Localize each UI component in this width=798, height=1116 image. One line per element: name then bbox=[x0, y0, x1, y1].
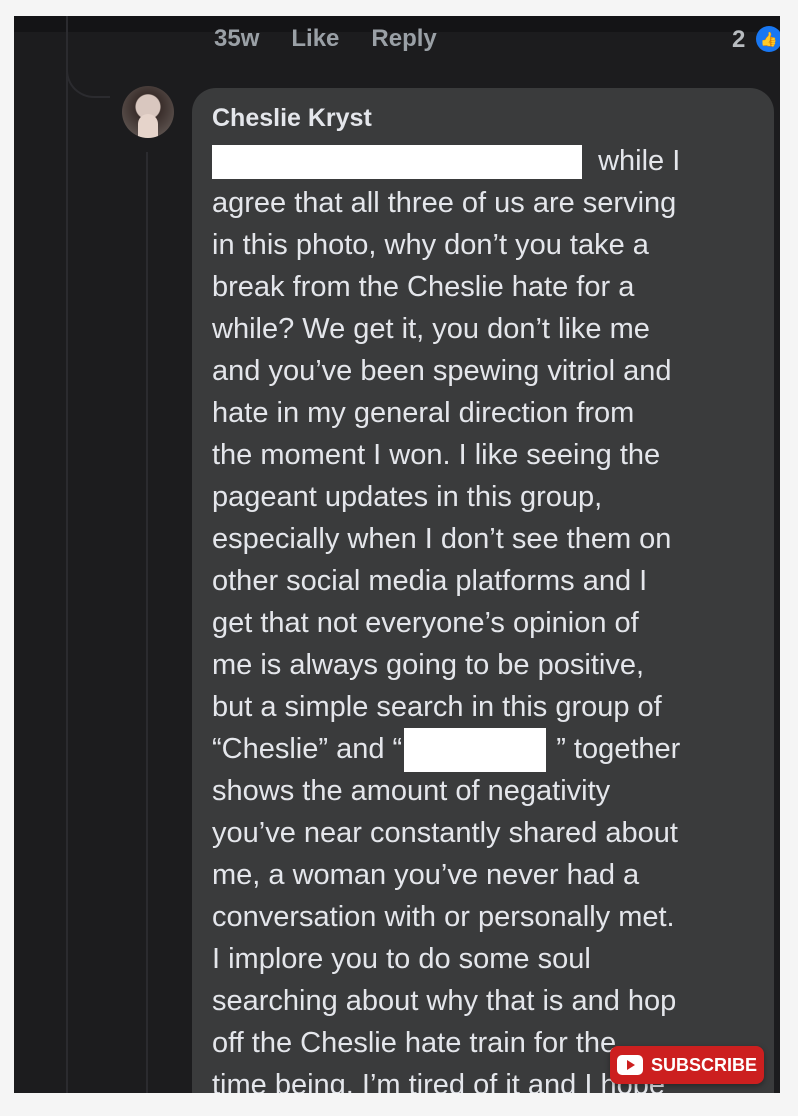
redaction-box bbox=[212, 145, 582, 180]
reaction-count[interactable]: 2 bbox=[732, 26, 745, 54]
comment-line: especially when I don’t see them on bbox=[212, 523, 672, 555]
comment-line: and you’ve been spewing vitriol and bbox=[212, 355, 672, 387]
subscribe-button[interactable]: SUBSCRIBE bbox=[610, 1046, 764, 1084]
like-link[interactable]: Like bbox=[291, 25, 339, 53]
comment-line: in this photo, why don’t you take a bbox=[212, 229, 649, 261]
comment-line: me, a woman you’ve never had a bbox=[212, 859, 640, 891]
comment-line: searching about why that is and hop bbox=[212, 985, 677, 1017]
comment-line: me is always going to be positive, bbox=[212, 649, 644, 681]
comment-thread-frame: 35w Like Reply 2 👍 Cheslie Kryst while I… bbox=[14, 16, 780, 1093]
comment-line: while I bbox=[212, 140, 772, 182]
comment-line: other social media platforms and I bbox=[212, 565, 648, 597]
thread-line-reply bbox=[146, 152, 148, 1093]
comment-line: hate in my general direction from bbox=[212, 397, 635, 429]
comment-line: shows the amount of negativity bbox=[212, 775, 611, 807]
comment-line: I implore you to do some soul bbox=[212, 943, 591, 975]
subscribe-label: SUBSCRIBE bbox=[650, 1054, 757, 1075]
thread-connector bbox=[66, 36, 110, 98]
comment-line: conversation with or personally met. bbox=[212, 901, 675, 933]
play-icon bbox=[616, 1055, 643, 1075]
comment-line: get that not everyone’s opinion of bbox=[212, 607, 639, 639]
thread-line-left bbox=[66, 16, 68, 1093]
comment-line: while? We get it, you don’t like me bbox=[212, 313, 650, 345]
comment-meta-row: 35w Like Reply bbox=[214, 24, 469, 54]
comment-author[interactable]: Cheslie Kryst bbox=[212, 104, 372, 133]
comment-line: the moment I won. I like seeing the bbox=[212, 439, 661, 471]
avatar[interactable] bbox=[122, 86, 174, 138]
comment-line: pageant updates in this group, bbox=[212, 481, 603, 513]
comment-timestamp: 35w bbox=[214, 25, 260, 52]
comment-line: you’ve near constantly shared about bbox=[212, 817, 678, 849]
comment-line: “Cheslie” and “” together bbox=[212, 728, 772, 773]
comment-line: but a simple search in this group of bbox=[212, 691, 662, 723]
comment-text: while I agree that all three of us are s… bbox=[212, 140, 772, 1093]
comment-line: agree that all three of us are serving bbox=[212, 187, 677, 219]
reply-link[interactable]: Reply bbox=[371, 25, 436, 53]
redaction-box bbox=[404, 728, 547, 773]
like-icon: 👍 bbox=[756, 26, 780, 52]
comment-line: break from the Cheslie hate for a bbox=[212, 271, 635, 303]
